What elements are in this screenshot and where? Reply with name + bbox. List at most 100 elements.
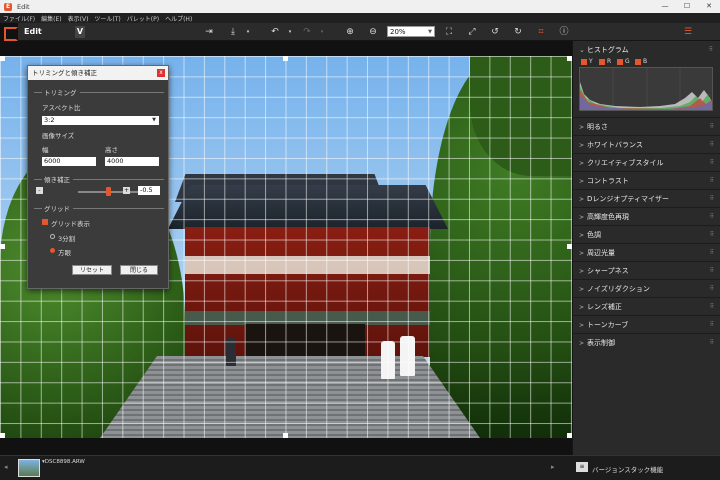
section-menu-icon[interactable]: ⠿ [710,208,715,226]
channel-g-toggle[interactable]: G [617,58,630,65]
close-dialog-button[interactable]: 閉じる [120,265,158,275]
section-menu-icon[interactable]: ⠿ [710,316,715,334]
crop-handle-bottom[interactable] [283,433,288,438]
thumbnail-file-name: ▾DSC8898.ARW [42,459,85,465]
chevron-right-icon: > [579,322,585,329]
fit-icon[interactable]: ⛶ [442,26,456,38]
checkbox-icon [635,58,641,65]
section-vignetting[interactable]: > 周辺光量 ⠿ [573,243,720,261]
redo-menu-chevron-icon[interactable]: ▾ [315,26,329,38]
tilt-minus-button[interactable]: - [36,187,43,194]
export-icon[interactable]: ⇥ [202,26,216,38]
download-menu-chevron-icon[interactable]: ▾ [241,26,255,38]
grid-thirds-radio[interactable] [50,234,55,239]
section-menu-icon[interactable]: ⠿ [710,136,715,154]
undo-menu-chevron-icon[interactable]: ▾ [283,26,297,38]
image-size-label: 画像サイズ [42,132,75,140]
section-menu-icon[interactable]: ⠿ [710,262,715,280]
section-menu-icon[interactable]: ⠿ [710,334,715,352]
fullscreen-icon[interactable]: ⤢ [465,26,479,38]
histogram-header[interactable]: ⌄ ヒストグラム [579,45,629,55]
aspect-select[interactable]: 3:2 ▼ [42,116,159,125]
panel-menu-icon[interactable]: ⠿ [709,46,714,53]
grid-squares-label: 方眼 [58,249,71,257]
section-menu-icon[interactable]: ⠿ [710,298,715,316]
height-field[interactable]: 4000 [105,157,159,166]
zoom-in-icon[interactable]: ⊕ [343,26,357,38]
menu-help[interactable]: ヘルプ(H) [165,14,192,23]
section-white-balance[interactable]: > ホワイトバランス ⠿ [573,135,720,153]
version-stack-button[interactable]: ≡ [576,462,588,472]
v-mark-icon: V [75,26,85,38]
filmstrip-thumbnail[interactable] [18,459,40,477]
chevron-right-icon: > [579,268,585,275]
crop-handle-bottom-left[interactable] [0,433,5,438]
tilt-value-field[interactable]: -0.5 [138,186,160,195]
section-brightness[interactable]: > 明るさ ⠿ [573,117,720,135]
adjustment-panel: ⌄ ヒストグラム ⠿ Y R G B > 明るさ ⠿ > ホワイトバランス ⠿ > クリエイ… [572,41,720,455]
aspect-label: アスペクト比 [42,104,81,112]
chevron-right-icon: > [579,124,585,131]
section-menu-icon[interactable]: ⠿ [710,244,715,262]
channel-y-toggle[interactable]: Y [581,58,593,65]
menu-edit[interactable]: 編集(E) [41,14,61,23]
section-menu-icon[interactable]: ⠿ [710,190,715,208]
menu-bar: ファイル(F) 編集(E) 表示(V) ツール(T) パレット(P) ヘルプ(H… [0,13,720,23]
section-d-range-optimizer[interactable]: > Dレンジオプティマイザー ⠿ [573,189,720,207]
title-bar: E Edit — ☐ ✕ [0,0,720,13]
section-menu-icon[interactable]: ⠿ [710,172,715,190]
section-menu-icon[interactable]: ⠿ [710,118,715,136]
zoom-select[interactable]: 20% ▼ [387,26,435,37]
minimize-button[interactable]: — [654,0,676,13]
crop-icon[interactable]: ⌗ [534,26,548,38]
maximize-button[interactable]: ☐ [676,0,698,13]
grid-show-checkbox[interactable] [42,219,48,225]
zoom-out-icon[interactable]: ⊖ [366,26,380,38]
section-menu-icon[interactable]: ⠿ [710,154,715,172]
adjust-panel-icon[interactable]: ☰ [681,26,695,38]
section-creative-style[interactable]: > クリエイティブスタイル ⠿ [573,153,720,171]
rotate-right-icon[interactable]: ↻ [511,26,525,38]
info-icon[interactable]: ⓘ [557,26,571,38]
section-contrast[interactable]: > コントラスト ⠿ [573,171,720,189]
rotate-left-icon[interactable]: ↺ [488,26,502,38]
section-sharpness[interactable]: > シャープネス ⠿ [573,261,720,279]
channel-b-toggle[interactable]: B [635,58,647,65]
tilt-slider-thumb[interactable] [106,187,111,196]
section-display-control[interactable]: > 表示制御 ⠿ [573,333,720,351]
dialog-title-bar[interactable]: トリミングと傾き補正 x [28,66,168,80]
section-lens-correction[interactable]: > レンズ補正 ⠿ [573,297,720,315]
close-window-button[interactable]: ✕ [698,0,720,13]
section-menu-icon[interactable]: ⠿ [710,226,715,244]
section-tone-curve[interactable]: > トーンカーブ ⠿ [573,315,720,333]
menu-view[interactable]: 表示(V) [68,14,89,23]
checkbox-icon [581,58,587,65]
grid-squares-radio[interactable] [50,248,55,253]
menu-palette[interactable]: パレット(P) [127,14,159,23]
filmstrip-prev-icon[interactable]: ◂ [4,463,8,471]
tilt-plus-button[interactable]: + [123,187,130,194]
width-field[interactable]: 6000 [42,157,96,166]
chevron-right-icon: > [579,142,585,149]
filmstrip-next-icon[interactable]: ▸ [551,463,555,471]
reset-button[interactable]: リセット [72,265,112,275]
section-label: コントラスト [587,177,629,185]
download-icon[interactable]: ⤓ [226,26,240,38]
channel-r-toggle[interactable]: R [599,58,611,65]
menu-tools[interactable]: ツール(T) [94,14,120,23]
section-tone[interactable]: > 色調 ⠿ [573,225,720,243]
dialog-close-icon[interactable]: x [157,69,165,77]
undo-icon[interactable]: ↶ [268,26,282,38]
crop-handle-top-left[interactable] [0,56,5,61]
checkbox-icon [617,58,623,65]
dialog-title: トリミングと傾き補正 [32,69,97,77]
grid-show-label: グリッド表示 [51,220,90,228]
section-highlight-color[interactable]: > 高輝度色再現 ⠿ [573,207,720,225]
crop-handle-top[interactable] [283,56,288,61]
chevron-down-icon: ▼ [152,117,156,123]
redo-icon[interactable]: ↷ [300,26,314,38]
section-noise-reduction[interactable]: > ノイズリダクション ⠿ [573,279,720,297]
section-menu-icon[interactable]: ⠿ [710,280,715,298]
crop-handle-left[interactable] [0,244,5,249]
menu-file[interactable]: ファイル(F) [3,14,35,23]
